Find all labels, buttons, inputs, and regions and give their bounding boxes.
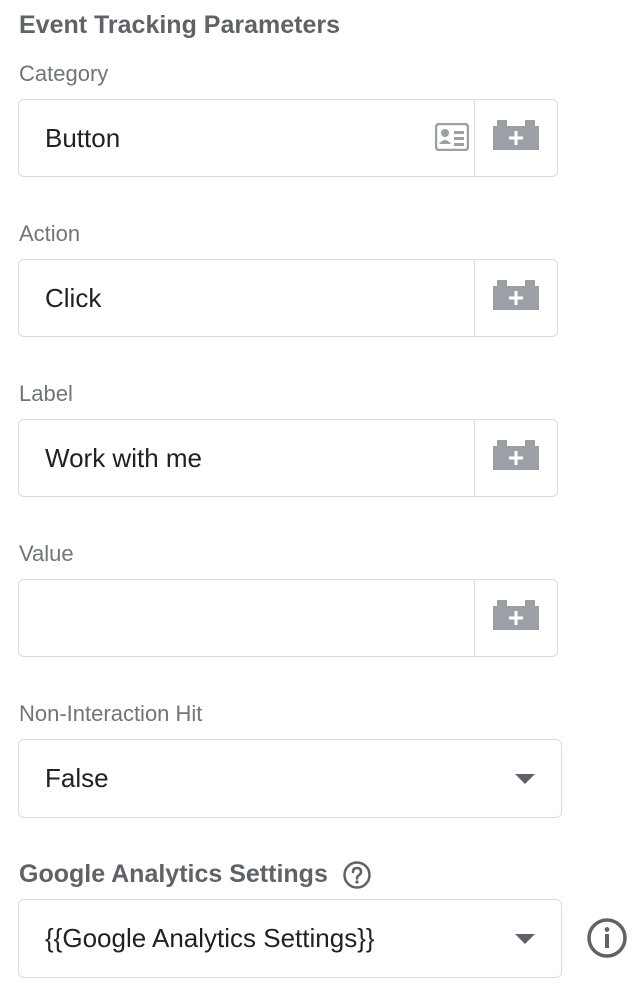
non-interaction-selected: False: [45, 763, 109, 793]
caret-down-icon: [515, 774, 535, 784]
action-input[interactable]: Click: [45, 260, 101, 336]
lego-brick-plus-icon: [493, 600, 539, 635]
label-field[interactable]: Work with me: [18, 419, 558, 497]
contact-card-icon[interactable]: [434, 122, 470, 156]
non-interaction-label: Non-Interaction Hit: [19, 701, 203, 726]
lego-brick-plus-icon: [493, 120, 539, 155]
ga-settings-selected: {{Google Analytics Settings}}: [45, 923, 375, 953]
label-label: Label: [19, 381, 73, 406]
action-label: Action: [19, 221, 81, 246]
section-title: Event Tracking Parameters: [19, 11, 340, 39]
lego-brick-plus-icon: [493, 280, 539, 315]
value-field[interactable]: [18, 579, 558, 657]
label-variable-button[interactable]: [474, 420, 557, 495]
info-circle-icon[interactable]: [586, 917, 628, 964]
event-tracking-form: Event Tracking Parameters Category Butto…: [0, 0, 638, 992]
category-variable-button[interactable]: [474, 100, 557, 175]
ga-settings-select[interactable]: {{Google Analytics Settings}}: [18, 899, 562, 978]
action-field[interactable]: Click: [18, 259, 558, 337]
help-circle-icon[interactable]: [342, 860, 372, 895]
action-variable-button[interactable]: [474, 260, 557, 335]
value-variable-button[interactable]: [474, 580, 557, 655]
value-label: Value: [19, 541, 74, 566]
lego-brick-plus-icon: [493, 440, 539, 475]
category-field[interactable]: Button: [18, 99, 558, 177]
category-input[interactable]: Button: [45, 100, 120, 176]
ga-settings-label: Google Analytics Settings: [19, 860, 328, 888]
category-label: Category: [19, 61, 109, 86]
non-interaction-select[interactable]: False: [18, 739, 562, 818]
label-input[interactable]: Work with me: [45, 420, 202, 496]
caret-down-icon: [515, 934, 535, 944]
